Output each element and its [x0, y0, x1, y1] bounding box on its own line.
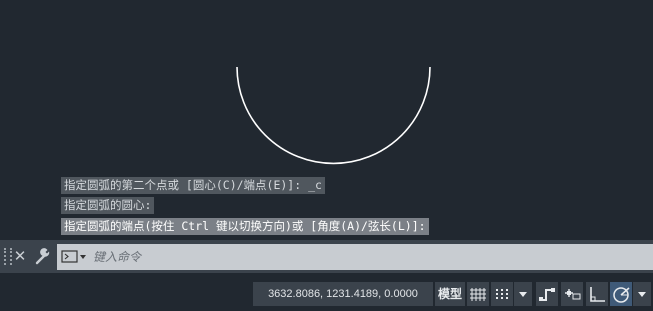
history-line-current: 指定圆弧的端点(按住 Ctrl 键以切换方向)或 [角度(A)/弦长(L)]: [61, 218, 429, 235]
coordinate-readout[interactable]: 3632.8086, 1231.4189, 0.0000 [253, 282, 433, 306]
close-icon[interactable]: ✕ [13, 247, 27, 265]
command-input[interactable] [93, 247, 633, 267]
dropdown-icon[interactable] [633, 282, 651, 306]
drag-handle-icon[interactable] [4, 248, 12, 265]
dynamic-input-icon[interactable] [561, 282, 583, 306]
wrench-icon[interactable] [34, 247, 52, 265]
history-line: 指定圆弧的圆心: [61, 197, 155, 214]
grid-icon[interactable] [467, 282, 489, 306]
command-prompt-icon[interactable] [61, 249, 89, 265]
model-space-button[interactable]: 模型 [435, 282, 465, 306]
history-line: 指定圆弧的第二个点或 [圆心(C)/端点(E)]: _c [61, 177, 325, 194]
polar-tracking-icon[interactable] [610, 282, 632, 306]
ortho-icon[interactable] [586, 282, 608, 306]
status-bar: 3632.8086, 1231.4189, 0.0000 模型 [0, 273, 653, 311]
snap-icon[interactable] [491, 282, 513, 306]
command-input-area [57, 244, 653, 270]
command-line-bar: ✕ [0, 240, 653, 273]
dropdown-icon[interactable] [514, 282, 532, 306]
infer-constraints-icon[interactable] [536, 282, 558, 306]
